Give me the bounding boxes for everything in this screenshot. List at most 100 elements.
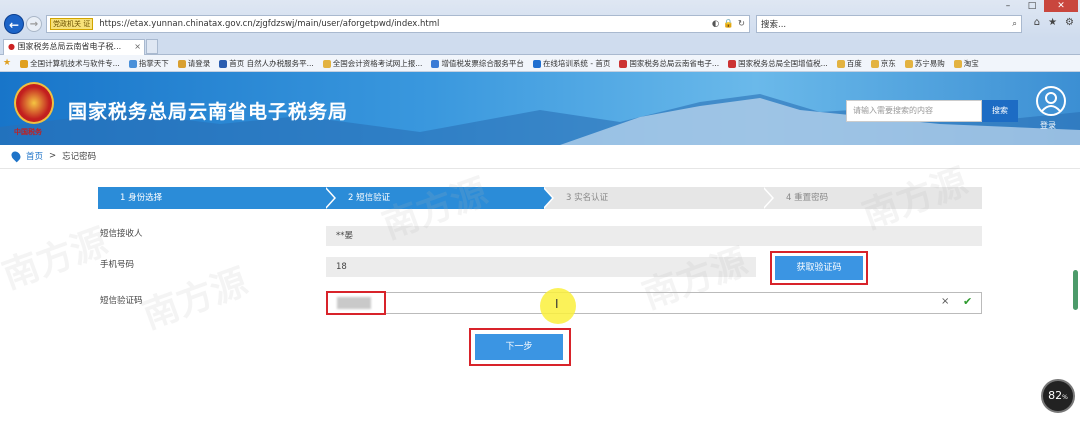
favorite-item[interactable]: 增值税发票综合服务平台 xyxy=(431,58,524,69)
sms-code-input[interactable] xyxy=(326,292,982,314)
breadcrumb-home[interactable]: 首页 xyxy=(26,150,43,162)
favorite-label: 国家税务总局云南省电子... xyxy=(629,58,720,68)
favorite-label: 在线培训系统 - 首页 xyxy=(542,58,611,68)
favorite-label: 首页 自然人办税服务平... xyxy=(229,58,314,68)
url-text[interactable]: https://etax.yunnan.chinatax.gov.cn/zjgf… xyxy=(99,19,439,29)
step-arrow xyxy=(324,187,334,209)
favorite-label: 增值税发票综合服务平台 xyxy=(441,58,524,68)
breadcrumb-separator: > xyxy=(49,151,57,161)
phone-label: 手机号码 xyxy=(100,260,135,270)
favorite-item[interactable]: 首页 自然人办税服务平... xyxy=(219,58,314,69)
recipient-label: 短信接收人 xyxy=(100,229,143,239)
favorite-icon xyxy=(128,59,137,68)
get-code-button[interactable]: 获取验证码 xyxy=(775,256,863,280)
favorite-item[interactable]: 全国计算机技术与软件专... xyxy=(20,58,120,69)
clear-icon[interactable]: × xyxy=(941,296,949,307)
favorite-item[interactable]: 国家税务总局全国增值税... xyxy=(728,58,828,69)
highlight-box xyxy=(326,291,386,315)
zoom-indicator: 82% xyxy=(1041,379,1075,413)
breadcrumb-current: 忘记密码 xyxy=(62,152,97,162)
favorite-label: 全国会计资格考试网上报... xyxy=(332,58,423,68)
back-arrow-icon[interactable]: ← xyxy=(4,14,24,34)
step-3: 3 实名认证 xyxy=(544,187,764,209)
lock-icon[interactable]: 🔒 xyxy=(723,19,734,29)
favorite-icon xyxy=(219,59,228,68)
favorite-item[interactable]: 苏宁易购 xyxy=(904,58,945,69)
text-cursor-icon: I xyxy=(555,297,559,311)
favicon-icon: ● xyxy=(8,42,15,51)
favorite-icon xyxy=(953,59,962,68)
emblem-caption: 中国税务 xyxy=(14,128,42,136)
login-link[interactable]: 登录 xyxy=(1040,120,1056,131)
site-search-button[interactable]: 搜索 xyxy=(982,100,1018,122)
tab-close-icon[interactable]: × xyxy=(134,40,141,54)
recipient-field: **晏 xyxy=(326,226,982,246)
step-arrow xyxy=(762,187,772,209)
watermark: 南方源 xyxy=(137,261,253,338)
favorite-item[interactable]: 指掌天下 xyxy=(128,58,169,69)
favorite-label: 淘宝 xyxy=(963,58,979,68)
divider xyxy=(0,168,1080,169)
favorite-icon xyxy=(619,59,628,68)
step-4: 4 重置密码 xyxy=(764,187,982,209)
favorite-icon xyxy=(870,59,879,68)
favorite-item[interactable]: 百度 xyxy=(836,58,862,69)
favorite-label: 京东 xyxy=(880,58,896,68)
address-bar-icons: ◐ 🔒 ↻ xyxy=(712,19,745,29)
site-search-input[interactable]: 请输入需要搜索的内容 xyxy=(846,100,982,122)
phone-field: 18 xyxy=(326,257,756,277)
browser-tab[interactable]: ● 国家税务总局云南省电子税... × xyxy=(3,39,145,55)
browser-toolbar: ← → 党政机关 证 https://etax.yunnan.chinatax.… xyxy=(0,0,1080,38)
scrollbar-thumb[interactable] xyxy=(1073,270,1078,310)
security-badge[interactable]: 党政机关 证 xyxy=(50,18,94,30)
window-controls: – □ ✕ xyxy=(996,0,1078,12)
minimize-icon[interactable]: – xyxy=(996,0,1020,12)
browser-right-icons: ⌂ ★ ⚙ xyxy=(1034,17,1074,28)
browser-search-placeholder: 搜索... xyxy=(761,20,787,30)
star-icon[interactable]: ★ xyxy=(1048,17,1057,28)
favorite-item[interactable]: 请登录 xyxy=(177,58,210,69)
breadcrumb: 首页 > 忘记密码 xyxy=(9,149,97,163)
tab-title: 国家税务总局云南省电子税... xyxy=(17,42,122,51)
favorite-icon xyxy=(431,59,440,68)
favorite-item[interactable]: 淘宝 xyxy=(953,58,979,69)
favorite-label: 国家税务总局全国增值税... xyxy=(738,58,828,68)
favorites-bar: ★ 全国计算机技术与软件专... 指掌天下 请登录 首页 自然人办税服务平... 全国会… xyxy=(0,55,1080,72)
favorite-icon xyxy=(532,59,541,68)
maximize-icon[interactable]: □ xyxy=(1020,0,1044,12)
favorite-item[interactable]: 京东 xyxy=(870,58,896,69)
home-icon[interactable]: ⌂ xyxy=(1034,17,1040,28)
new-tab-button[interactable] xyxy=(146,39,158,54)
forward-arrow-icon[interactable]: → xyxy=(26,16,42,32)
favorite-item[interactable]: 国家税务总局云南省电子... xyxy=(619,58,719,69)
site-title: 国家税务总局云南省电子税务局 xyxy=(68,101,349,123)
favorite-label: 百度 xyxy=(846,58,862,68)
step-2: 2 短信验证 xyxy=(326,187,544,209)
site-header: 中国税务 国家税务总局云南省电子税务局 请输入需要搜索的内容 搜索 登录 xyxy=(0,72,1080,145)
favorite-icon xyxy=(177,59,186,68)
close-icon[interactable]: ✕ xyxy=(1044,0,1078,12)
refresh-icon[interactable]: ↻ xyxy=(738,19,745,29)
next-button[interactable]: 下一步 xyxy=(475,334,563,360)
favorite-item[interactable]: 在线培训系统 - 首页 xyxy=(532,58,611,69)
favorite-icon xyxy=(322,59,331,68)
favorite-icon xyxy=(836,59,845,68)
national-emblem-icon xyxy=(14,82,54,124)
favorite-item[interactable]: 全国会计资格考试网上报... xyxy=(322,58,423,69)
browser-search-input[interactable]: 搜索... ⌕ xyxy=(756,15,1022,33)
favorite-icon xyxy=(20,59,29,68)
search-icon[interactable]: ⌕ xyxy=(1012,19,1017,29)
gear-icon[interactable]: ⚙ xyxy=(1065,17,1074,28)
step-1: 1 身份选择 xyxy=(98,187,326,209)
address-bar[interactable]: 党政机关 证 https://etax.yunnan.chinatax.gov.… xyxy=(46,15,750,33)
code-label: 短信验证码 xyxy=(100,296,143,306)
user-avatar-icon[interactable] xyxy=(1036,86,1066,116)
step-arrow xyxy=(542,187,552,209)
favorite-label: 全国计算机技术与软件专... xyxy=(30,58,120,68)
zoom-level: 82 xyxy=(1048,389,1063,402)
favorite-icon xyxy=(728,59,737,68)
favorite-label: 指掌天下 xyxy=(138,58,169,68)
step-progress: 1 身份选择 2 短信验证 3 实名认证 4 重置密码 xyxy=(98,187,982,209)
compat-icon[interactable]: ◐ xyxy=(712,19,719,29)
favorites-star-icon[interactable]: ★ xyxy=(3,58,11,68)
